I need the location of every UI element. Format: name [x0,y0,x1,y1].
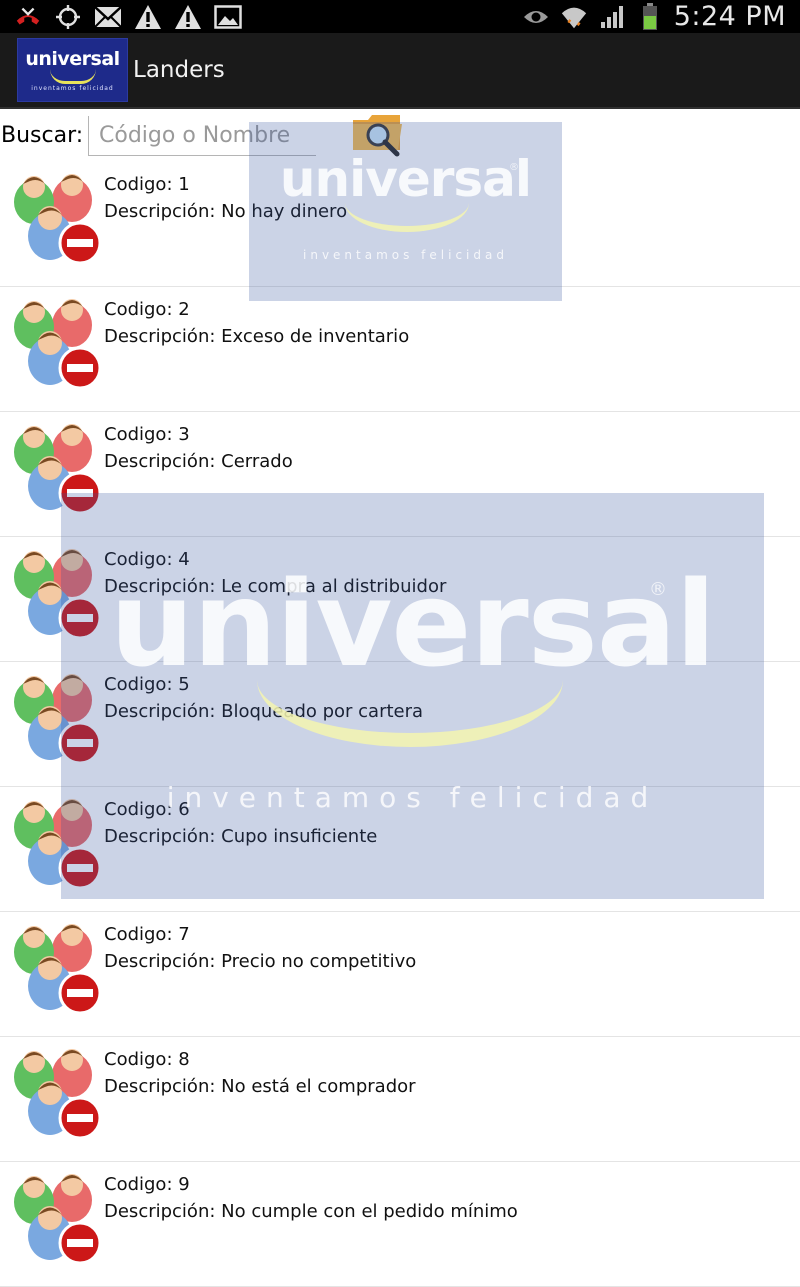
list-item[interactable]: Codigo: 3 Descripción: Cerrado [0,412,800,537]
item-code: Codigo: 8 [104,1049,190,1070]
blocked-users-icon [10,168,104,266]
item-description: Descripción: Bloqueado por cartera [104,701,424,722]
item-description: Descripción: Cupo insuficiente [104,826,378,847]
status-bar: 5:24 PM [0,0,800,33]
item-code: Codigo: 9 [104,1174,190,1195]
logo-tagline: inventamos felicidad [31,85,114,92]
item-code: Codigo: 4 [104,549,190,570]
warning-icon [174,4,202,30]
item-description: Descripción: Exceso de inventario [104,326,410,347]
item-description: Descripción: No está el comprador [104,1076,416,1097]
blocked-users-icon [10,918,104,1016]
battery-icon [636,2,664,30]
folder-search-icon [353,115,402,157]
list-item[interactable]: Codigo: 9 Descripción: No cumple con el … [0,1162,800,1287]
signal-icon [598,4,626,30]
search-label: Buscar: [1,123,84,148]
wifi-icon [560,4,588,30]
eye-icon [522,4,550,30]
item-description: Descripción: Cerrado [104,451,293,472]
item-code: Codigo: 3 [104,424,190,445]
clock: 5:24 PM [673,1,786,32]
blocked-users-icon [10,293,104,391]
warning-icon [134,4,162,30]
item-code: Codigo: 6 [104,799,190,820]
gps-icon [54,4,82,30]
logo-smile [50,69,96,84]
search-input[interactable] [88,116,316,156]
list-item[interactable]: Codigo: 6 Descripción: Cupo insuficiente [0,787,800,912]
item-code: Codigo: 5 [104,674,190,695]
list-item[interactable]: Codigo: 1 Descripción: No hay dinero [0,162,800,287]
search-row: Buscar: [0,110,800,162]
item-code: Codigo: 2 [104,299,190,320]
list-item[interactable]: Codigo: 7 Descripción: Precio no competi… [0,912,800,1037]
app-title: Landers [133,57,225,83]
logo-wordmark: universal [25,48,120,70]
blocked-users-icon [10,543,104,641]
list-item[interactable]: Codigo: 4 Descripción: Le compra al dist… [0,537,800,662]
picture-icon [214,4,242,30]
item-description: Descripción: No hay dinero [104,201,348,222]
action-bar: universal inventamos felicidad Landers [0,33,800,109]
list-item[interactable]: Codigo: 5 Descripción: Bloqueado por car… [0,662,800,787]
app-logo[interactable]: universal inventamos felicidad [17,38,128,102]
list-item[interactable]: Codigo: 2 Descripción: Exceso de inventa… [0,287,800,412]
blocked-users-icon [10,793,104,891]
reason-list: Codigo: 1 Descripción: No hay dinero Cod… [0,162,800,1287]
list-item[interactable]: Codigo: 8 Descripción: No está el compra… [0,1037,800,1162]
item-description: Descripción: No cumple con el pedido mín… [104,1201,518,1222]
blocked-users-icon [10,1043,104,1141]
item-description: Descripción: Le compra al distribuidor [104,576,447,597]
blocked-users-icon [10,668,104,766]
search-button[interactable] [350,110,408,160]
missed-call-icon [14,4,42,30]
blocked-users-icon [10,1168,104,1266]
item-code: Codigo: 1 [104,174,190,195]
blocked-users-icon [10,418,104,516]
item-description: Descripción: Precio no competitivo [104,951,417,972]
item-code: Codigo: 7 [104,924,190,945]
mail-icon [94,4,122,30]
